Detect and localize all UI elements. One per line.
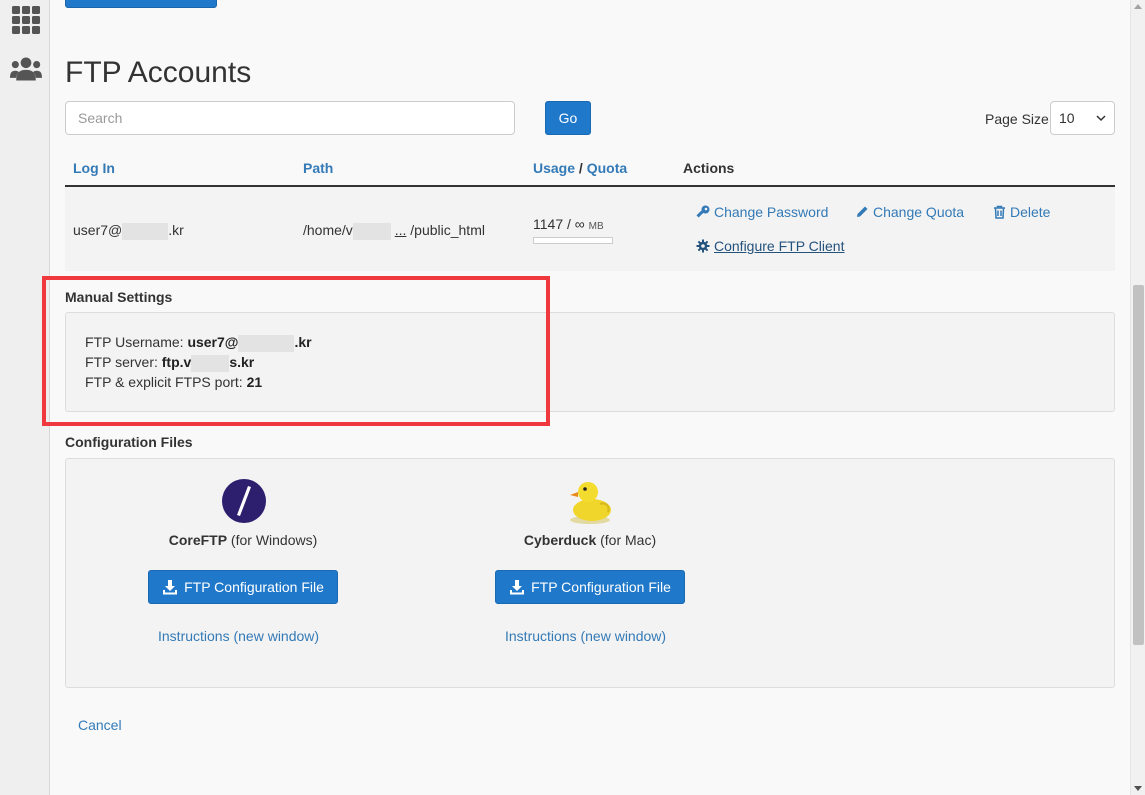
chevron-down-icon: [1096, 114, 1106, 121]
header-usage[interactable]: Usage: [533, 160, 575, 176]
row-login: user7@ .kr: [73, 222, 184, 240]
page-size-select[interactable]: 10: [1050, 101, 1115, 135]
gear-icon: [696, 239, 710, 253]
page-size-label: Page Size: [985, 111, 1049, 127]
coreftp-label: CoreFTP (for Windows): [168, 532, 318, 548]
highlight-box: [42, 276, 550, 426]
cyberduck-instructions-link[interactable]: Instructions (new window): [505, 628, 666, 644]
configuration-files-title: Configuration Files: [65, 434, 193, 450]
page-size-value: 10: [1059, 110, 1075, 126]
header-quota[interactable]: Quota: [587, 160, 627, 176]
download-icon: [510, 580, 525, 595]
header-slash: /: [575, 160, 587, 176]
download-icon: [163, 580, 178, 595]
top-partial-button[interactable]: [65, 0, 217, 8]
key-icon: [696, 205, 710, 218]
scroll-up-arrow-icon[interactable]: [1134, 4, 1142, 9]
cyberduck-logo-icon: [570, 482, 611, 524]
page-title: FTP Accounts: [65, 56, 252, 89]
cyberduck-download-button[interactable]: FTP Configuration File: [495, 570, 685, 604]
coreftp-instructions-link[interactable]: Instructions (new window): [158, 628, 319, 644]
pencil-icon: [857, 206, 868, 217]
trash-icon: [994, 205, 1005, 219]
redacted-block: [352, 222, 391, 240]
cyberduck-label: Cyberduck (for Mac): [523, 532, 657, 548]
cancel-link[interactable]: Cancel: [78, 717, 122, 733]
apps-grid-icon[interactable]: [10, 4, 42, 36]
configure-ftp-client-link[interactable]: Configure FTP Client: [696, 238, 844, 254]
coreftp-download-button[interactable]: FTP Configuration File: [148, 570, 338, 604]
users-icon[interactable]: [10, 53, 42, 85]
path-ellipsis[interactable]: ...: [395, 222, 407, 238]
row-usage: 1147 / ∞ MB: [533, 216, 604, 232]
row-path: /home/v ... /public_html: [303, 222, 485, 240]
header-path[interactable]: Path: [303, 160, 333, 176]
coreftp-logo-icon: [222, 479, 266, 523]
redacted-block: [122, 222, 169, 240]
scrollbar-thumb[interactable]: [1133, 285, 1144, 645]
scroll-down-arrow-icon[interactable]: [1134, 786, 1142, 791]
vertical-scrollbar[interactable]: [1130, 0, 1145, 795]
change-quota-link[interactable]: Change Quota: [855, 204, 964, 220]
change-password-link[interactable]: Change Password: [696, 204, 828, 220]
header-actions: Actions: [683, 160, 735, 176]
go-button[interactable]: Go: [545, 101, 591, 135]
header-usage-quota: Usage / Quota: [533, 160, 627, 176]
delete-link[interactable]: Delete: [993, 204, 1050, 220]
usage-progress-bar: [533, 237, 613, 244]
header-login[interactable]: Log In: [73, 160, 115, 176]
search-input[interactable]: [65, 101, 515, 135]
